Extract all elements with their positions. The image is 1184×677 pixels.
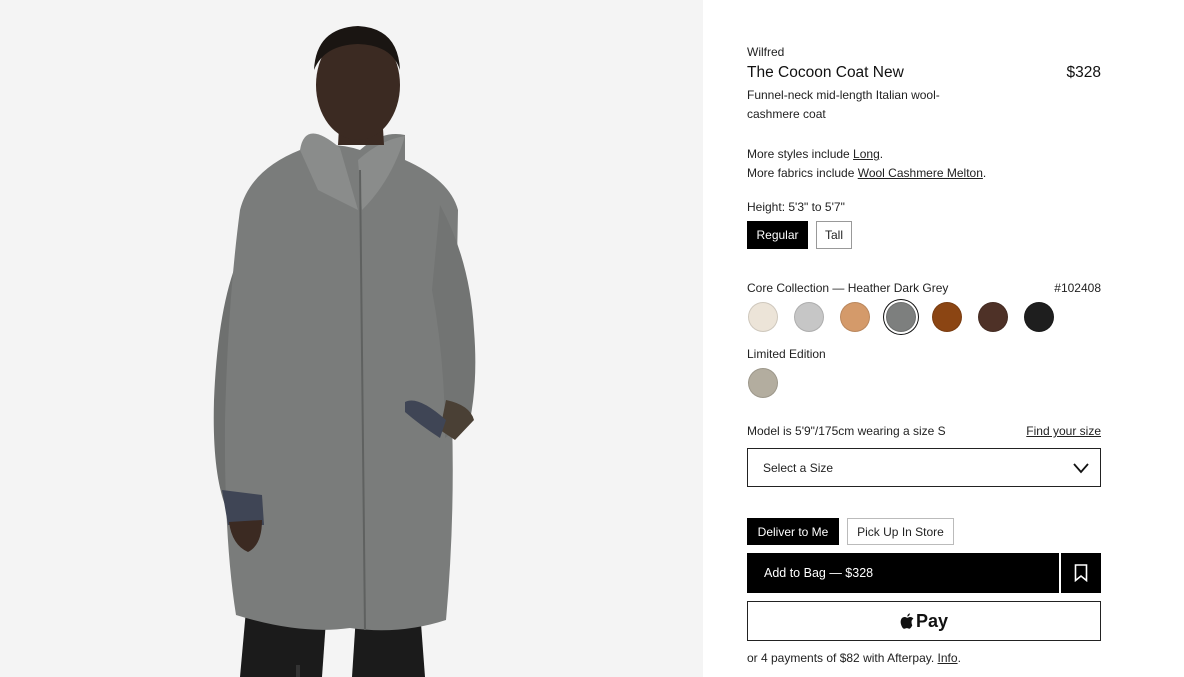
- more-styles-prefix: More styles include: [747, 147, 854, 161]
- size-select[interactable]: Select a Size: [747, 448, 1101, 487]
- wishlist-button[interactable]: [1061, 553, 1101, 593]
- more-fabrics-suffix: .: [982, 166, 987, 180]
- fit-option-tall[interactable]: Tall: [816, 221, 852, 249]
- product-image[interactable]: [0, 0, 703, 677]
- swatch-cream[interactable]: [748, 302, 778, 332]
- afterpay-text: or 4 payments of $82 with Afterpay.: [747, 651, 938, 665]
- deliver-to-me-button[interactable]: Deliver to Me: [747, 518, 839, 545]
- product-price: $328: [1066, 64, 1101, 81]
- limited-edition-label: Limited Edition: [747, 347, 826, 361]
- apple-pay-label: Pay: [915, 610, 949, 631]
- afterpay-note: or 4 payments of $82 with Afterpay. Info…: [747, 651, 961, 665]
- swatch-heather-dark-grey[interactable]: [886, 302, 916, 332]
- more-fabrics-prefix: More fabrics include: [747, 166, 858, 180]
- swatch-black[interactable]: [1024, 302, 1054, 332]
- model-size-note: Model is 5'9"/175cm wearing a size S: [747, 424, 946, 438]
- product-description: Funnel-neck mid-length Italian wool-cash…: [747, 88, 940, 121]
- bookmark-icon: [1074, 564, 1088, 582]
- add-to-bag-button[interactable]: Add to Bag — $328: [747, 553, 1059, 593]
- fit-option-regular[interactable]: Regular: [747, 221, 808, 249]
- product-title: The Cocoon Coat New: [747, 64, 904, 81]
- color-code: #102408: [1054, 281, 1101, 295]
- find-your-size-link[interactable]: Find your size: [1026, 424, 1101, 438]
- swatch-rust[interactable]: [932, 302, 962, 332]
- swatch-taupe[interactable]: [748, 368, 778, 398]
- pick-up-in-store-button[interactable]: Pick Up In Store: [847, 518, 954, 545]
- swatch-light-grey[interactable]: [794, 302, 824, 332]
- more-styles-suffix: .: [879, 147, 884, 161]
- more-styles-link[interactable]: Long: [853, 147, 880, 161]
- more-styles-line: More styles include Long.: [747, 147, 883, 161]
- apple-logo-icon: [900, 612, 914, 629]
- afterpay-info-link[interactable]: Info: [938, 651, 958, 665]
- swatch-camel[interactable]: [840, 302, 870, 332]
- apple-pay-button[interactable]: Pay: [747, 601, 1101, 641]
- afterpay-suffix: .: [957, 651, 961, 665]
- size-select-label: Select a Size: [763, 460, 834, 475]
- model-in-coat-illustration: [0, 0, 703, 677]
- height-label: Height: 5'3" to 5'7": [747, 200, 845, 214]
- brand-name: Wilfred: [747, 45, 785, 59]
- more-fabrics-link[interactable]: Wool Cashmere Melton: [858, 166, 983, 180]
- chevron-down-icon: [1073, 463, 1089, 474]
- color-collection-label: Core Collection — Heather Dark Grey: [747, 281, 949, 295]
- swatch-brown[interactable]: [978, 302, 1008, 332]
- more-fabrics-line: More fabrics include Wool Cashmere Melto…: [747, 166, 986, 180]
